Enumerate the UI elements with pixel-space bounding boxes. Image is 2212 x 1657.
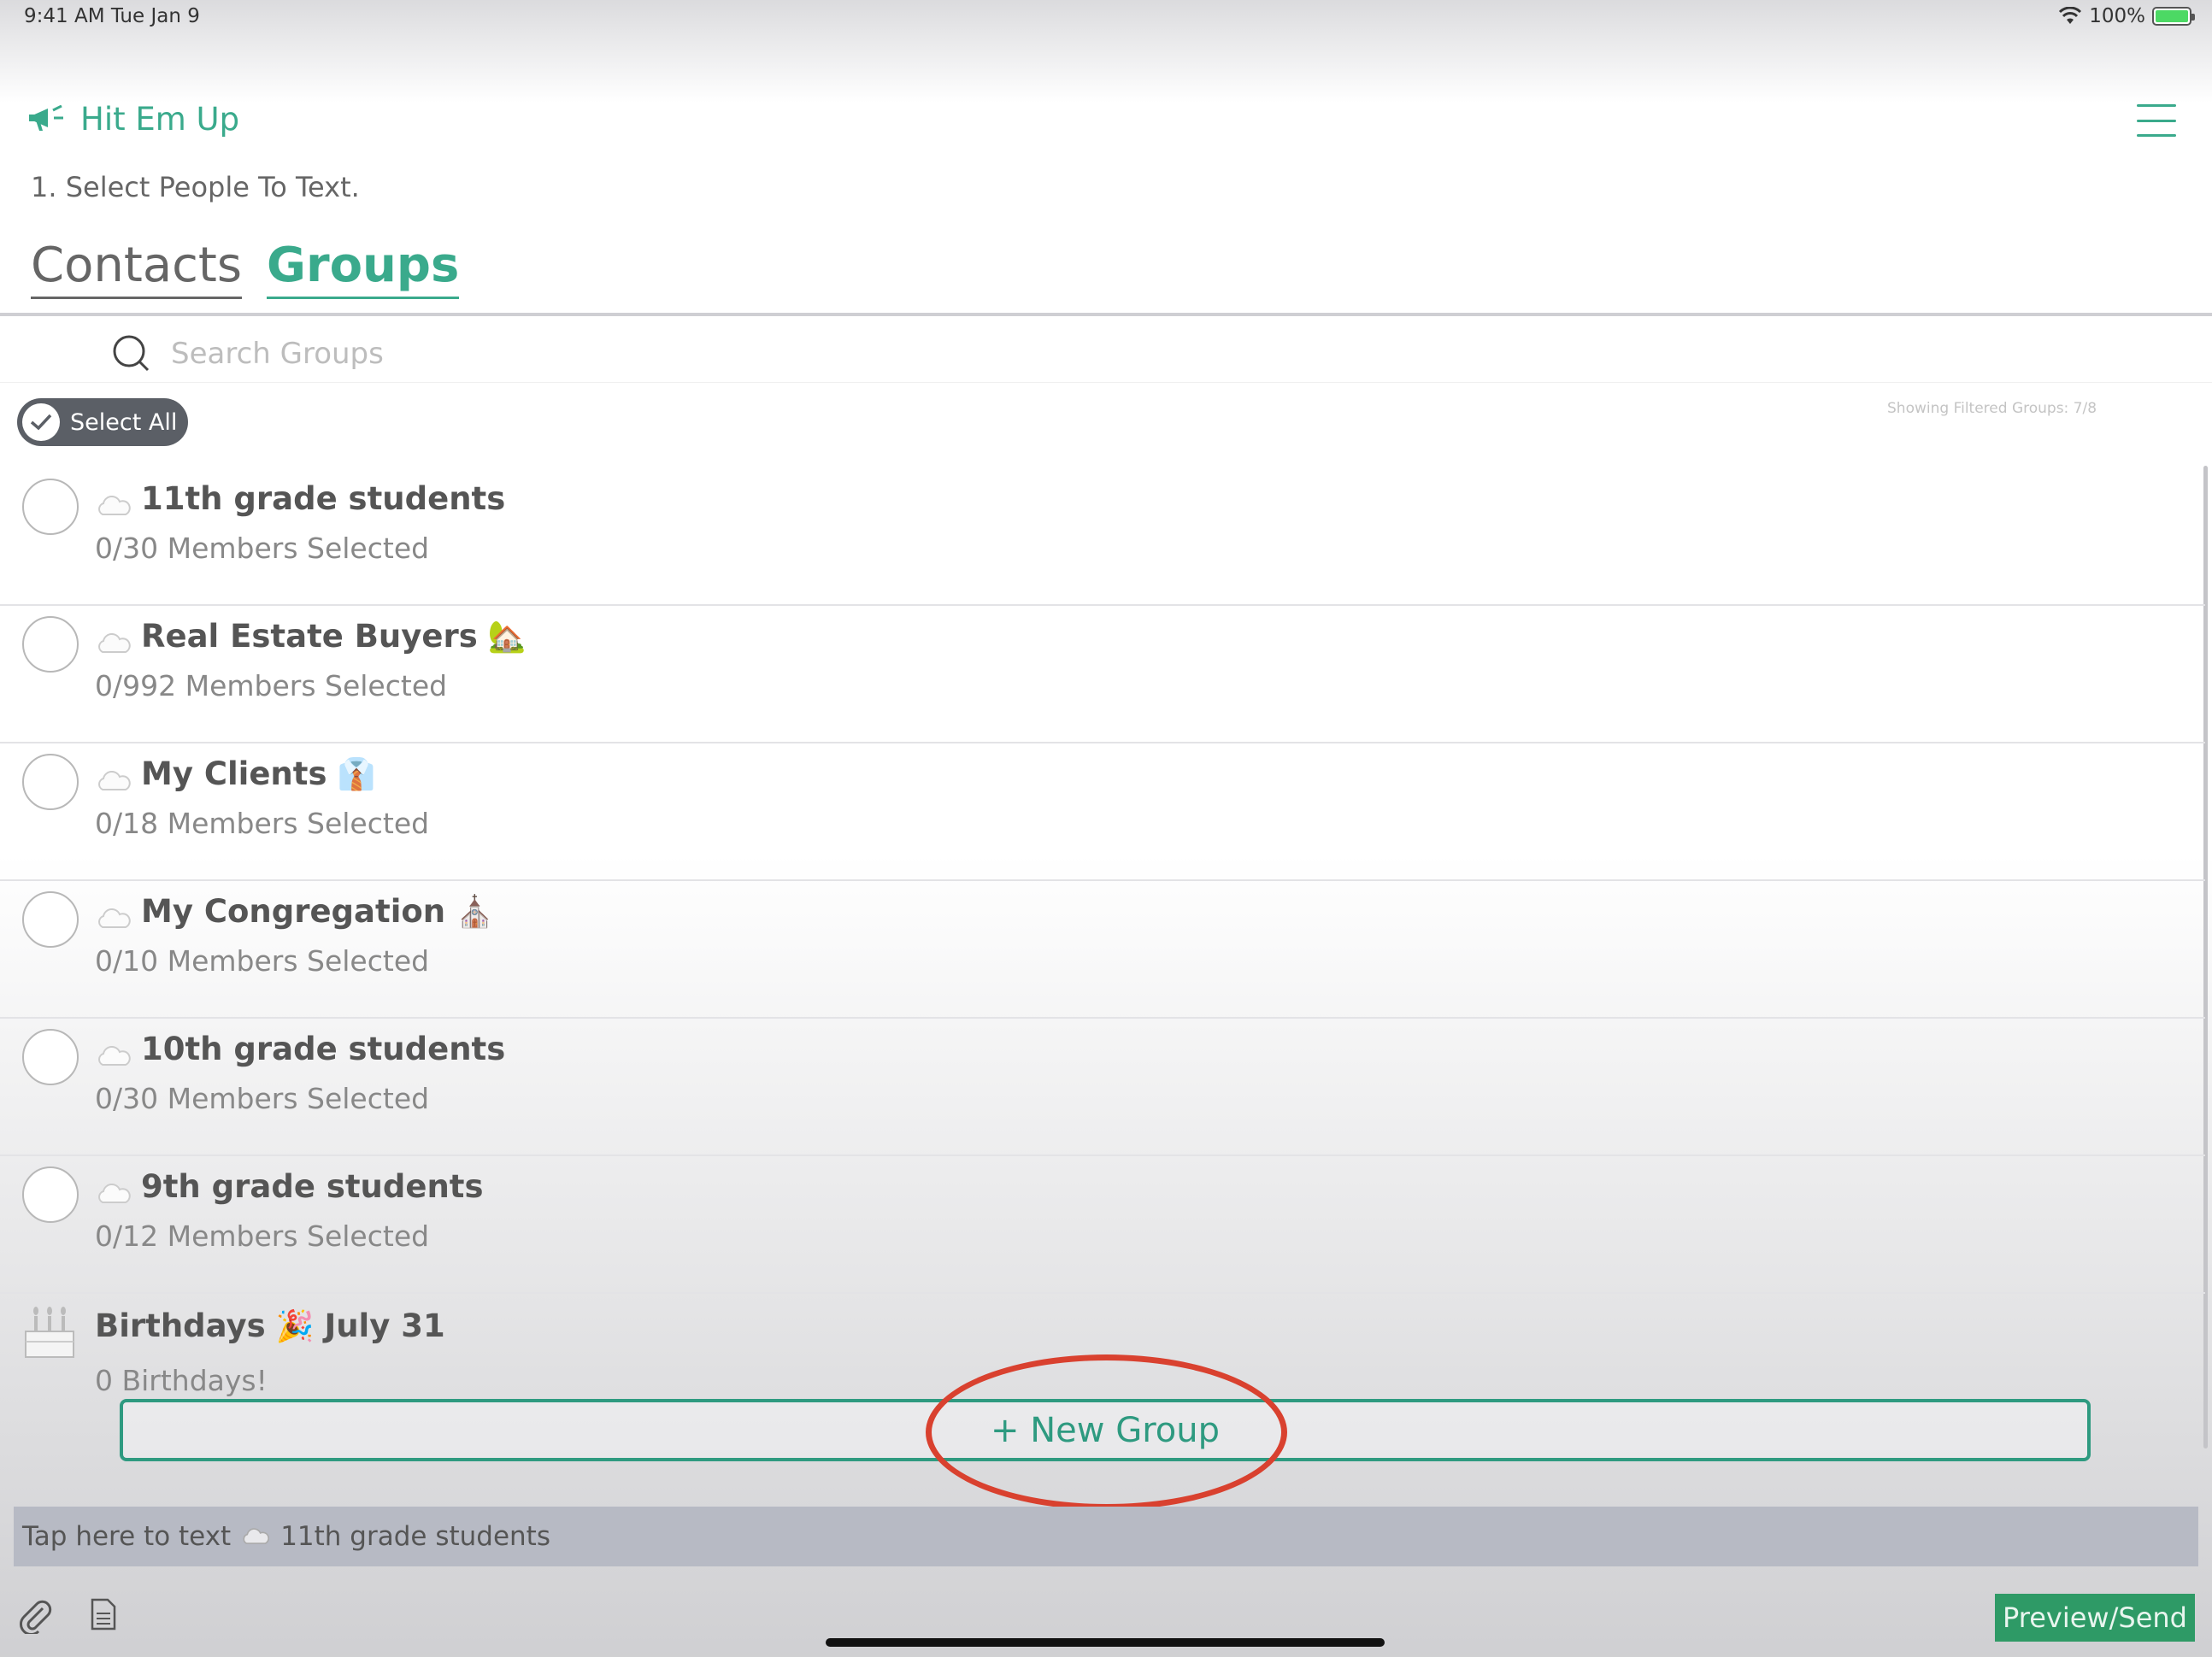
group-row[interactable]: My Congregation ⛪ 0/10 Members Selected xyxy=(0,881,2205,1019)
group-name: My Congregation ⛪ xyxy=(141,893,494,930)
party-popper-icon: 🎉 xyxy=(275,1308,315,1344)
group-select-radio[interactable] xyxy=(22,891,79,948)
cloud-icon xyxy=(98,496,131,515)
group-row[interactable]: 11th grade students 0/30 Members Selecte… xyxy=(0,468,2205,606)
new-group-button[interactable]: + New Group xyxy=(120,1399,2091,1461)
necktie-emoji-icon: 👔 xyxy=(337,756,376,792)
group-member-count: 0/992 Members Selected xyxy=(95,669,448,702)
check-icon xyxy=(22,403,60,441)
header-divider xyxy=(0,313,2212,316)
group-row[interactable]: My Clients 👔 0/18 Members Selected xyxy=(0,743,2205,881)
wifi-icon xyxy=(2059,7,2082,24)
group-name: My Clients 👔 xyxy=(141,755,375,792)
cloud-icon xyxy=(98,771,131,790)
bottom-toolbar: Preview/Send xyxy=(0,1589,2212,1657)
birthdays-title: Birthdays 🎉 July 31 xyxy=(95,1307,445,1344)
group-select-radio[interactable] xyxy=(22,1166,79,1223)
app-name: Hit Em Up xyxy=(80,101,240,138)
group-name-text: My Clients xyxy=(141,755,327,792)
paperclip-icon[interactable] xyxy=(17,1598,53,1634)
group-name: 11th grade students xyxy=(141,480,515,517)
tab-groups[interactable]: Groups xyxy=(267,238,460,299)
church-emoji-icon: ⛪ xyxy=(456,894,494,930)
group-name-text: Real Estate Buyers xyxy=(141,618,478,655)
group-member-count: 0/30 Members Selected xyxy=(95,532,430,565)
tap-bar-prefix: Tap here to text xyxy=(22,1521,232,1552)
filter-note: Showing Filtered Groups: 7/8 xyxy=(1887,400,2097,417)
preview-send-button[interactable]: Preview/Send xyxy=(1995,1594,2195,1642)
group-row[interactable]: 9th grade students 0/12 Members Selected xyxy=(0,1156,2205,1294)
status-bar: 9:41 AM Tue Jan 9 100% xyxy=(0,0,2212,38)
house-emoji-icon: 🏡 xyxy=(487,619,527,655)
group-name-text: 10th grade students xyxy=(141,1031,506,1067)
group-select-radio[interactable] xyxy=(22,1029,79,1085)
group-row[interactable]: 10th grade students 0/30 Members Selecte… xyxy=(0,1019,2205,1156)
app-title: Hit Em Up xyxy=(29,101,239,138)
group-row[interactable]: Real Estate Buyers 🏡 0/992 Members Selec… xyxy=(0,606,2205,743)
battery-percent: 100% xyxy=(2089,5,2145,27)
tab-contacts[interactable]: Contacts xyxy=(31,238,243,299)
cloud-icon xyxy=(98,908,131,928)
search-divider xyxy=(0,382,2212,383)
cloud-icon xyxy=(98,1046,131,1066)
group-select-radio[interactable] xyxy=(22,479,79,535)
status-time: 9:41 AM Tue Jan 9 xyxy=(24,5,200,27)
step-instruction: 1. Select People To Text. xyxy=(31,171,360,203)
megaphone-icon xyxy=(29,104,63,131)
document-icon[interactable] xyxy=(91,1598,116,1631)
group-select-radio[interactable] xyxy=(22,754,79,810)
group-member-count: 0/18 Members Selected xyxy=(95,807,430,840)
tap-bar-target: 11th grade students xyxy=(280,1521,550,1552)
group-name-text: 9th grade students xyxy=(141,1168,484,1205)
search-input[interactable] xyxy=(171,328,2137,379)
group-name: 10th grade students xyxy=(141,1031,515,1067)
tap-to-text-bar[interactable]: Tap here to text 11th grade students xyxy=(14,1507,2198,1566)
cloud-icon xyxy=(98,633,131,653)
cloud-icon xyxy=(243,1528,270,1544)
group-member-count: 0/12 Members Selected xyxy=(95,1219,430,1253)
group-name: 9th grade students xyxy=(141,1168,494,1205)
birthdays-count: 0 Birthdays! xyxy=(95,1364,268,1397)
group-member-count: 0/10 Members Selected xyxy=(95,944,430,978)
cloud-icon xyxy=(98,1184,131,1203)
home-indicator xyxy=(826,1638,1385,1647)
group-name-text: 11th grade students xyxy=(141,480,506,517)
birthday-cake-icon xyxy=(25,1307,74,1358)
search-icon xyxy=(113,335,150,372)
hamburger-menu-icon[interactable] xyxy=(2137,104,2176,137)
select-all-label: Select All xyxy=(70,408,178,436)
birthdays-date: July 31 xyxy=(324,1307,445,1344)
select-all-button[interactable]: Select All xyxy=(17,398,188,446)
group-name: Real Estate Buyers 🏡 xyxy=(141,618,527,655)
group-name-text: My Congregation xyxy=(141,893,446,930)
battery-icon xyxy=(2152,7,2195,26)
group-select-radio[interactable] xyxy=(22,616,79,673)
group-member-count: 0/30 Members Selected xyxy=(95,1082,430,1115)
birthdays-label: Birthdays xyxy=(95,1307,266,1344)
status-right: 100% xyxy=(2058,5,2195,27)
